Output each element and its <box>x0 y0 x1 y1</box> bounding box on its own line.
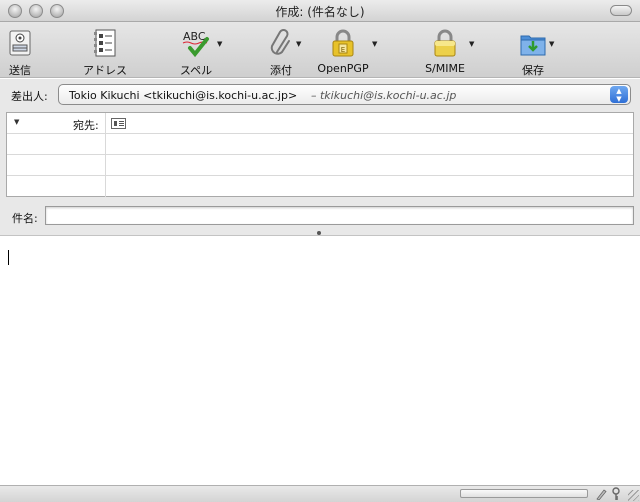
save-button[interactable]: 保存 <box>518 26 548 78</box>
send-label: 送信 <box>9 64 31 77</box>
to-label: 宛先: <box>73 119 99 132</box>
from-alias: – tkikuchi@is.kochi-u.ac.jp <box>311 89 457 102</box>
address-card-icon[interactable] <box>111 118 126 129</box>
address-label: アドレス <box>83 64 127 77</box>
paperclip-icon <box>270 29 290 55</box>
status-bar <box>0 485 640 502</box>
recipients-table: ▼ 宛先: <box>6 112 634 197</box>
toolbar-toggle-button[interactable] <box>610 5 632 16</box>
address-button[interactable]: アドレス <box>82 26 128 78</box>
encryption-key-icon[interactable] <box>610 487 622 501</box>
openpgp-menu-arrow[interactable]: ▼ <box>372 40 377 48</box>
recipient-type-disclosure-icon[interactable]: ▼ <box>14 118 19 126</box>
title-bar: 作成: (件名なし) <box>0 0 640 22</box>
progress-bar <box>460 489 588 498</box>
toolbar: 送信 アドレス ABC スペル ▼ 添付 ▼ E OpenPGP ▼ S/MIM… <box>0 22 640 78</box>
lock-smime-icon <box>434 29 456 57</box>
compose-header: 差出人: Tokio Kikuchi <tkikuchi@is.kochi-u.… <box>0 79 640 235</box>
recipient-row[interactable]: ▼ 宛先: <box>7 113 633 134</box>
from-label: 差出人: <box>11 90 48 103</box>
smime-menu-arrow[interactable]: ▼ <box>469 40 474 48</box>
send-icon <box>9 30 31 56</box>
recipient-row[interactable] <box>7 155 633 176</box>
attach-menu-arrow[interactable]: ▼ <box>296 40 301 48</box>
recipient-row[interactable] <box>7 134 633 155</box>
lock-openpgp-icon-text: E <box>341 46 345 54</box>
resize-grip-icon[interactable] <box>628 490 639 501</box>
recipient-row[interactable] <box>7 176 633 197</box>
send-button[interactable]: 送信 <box>5 26 35 78</box>
save-menu-arrow[interactable]: ▼ <box>549 40 554 48</box>
spell-button[interactable]: ABC スペル <box>178 26 214 78</box>
attach-label: 添付 <box>270 64 292 77</box>
smime-button[interactable]: S/MIME <box>424 26 466 75</box>
spell-menu-arrow[interactable]: ▼ <box>217 40 222 48</box>
spell-label: スペル <box>179 64 213 77</box>
text-cursor <box>8 250 9 265</box>
message-body-editor[interactable] <box>0 235 640 485</box>
from-value: Tokio Kikuchi <tkikuchi@is.kochi-u.ac.jp… <box>69 89 298 102</box>
smime-label: S/MIME <box>425 62 465 75</box>
attach-button[interactable]: 添付 <box>268 26 294 78</box>
window-title: 作成: (件名なし) <box>275 5 365 19</box>
save-folder-icon <box>520 35 546 56</box>
spellcheck-icon: ABC <box>182 30 209 58</box>
lock-openpgp-icon: E <box>332 29 354 57</box>
from-select[interactable]: Tokio Kikuchi <tkikuchi@is.kochi-u.ac.jp… <box>58 84 631 105</box>
openpgp-label: OpenPGP <box>317 62 369 75</box>
signature-pen-icon[interactable] <box>595 488 607 500</box>
select-stepper-icon: ▲ ▼ <box>610 86 628 103</box>
subject-input[interactable] <box>45 206 634 225</box>
subject-label: 件名: <box>12 212 38 225</box>
openpgp-button[interactable]: E OpenPGP <box>317 26 369 75</box>
address-book-icon <box>94 29 116 57</box>
save-label: 保存 <box>522 64 544 77</box>
spellcheck-icon-text: ABC <box>183 30 206 43</box>
